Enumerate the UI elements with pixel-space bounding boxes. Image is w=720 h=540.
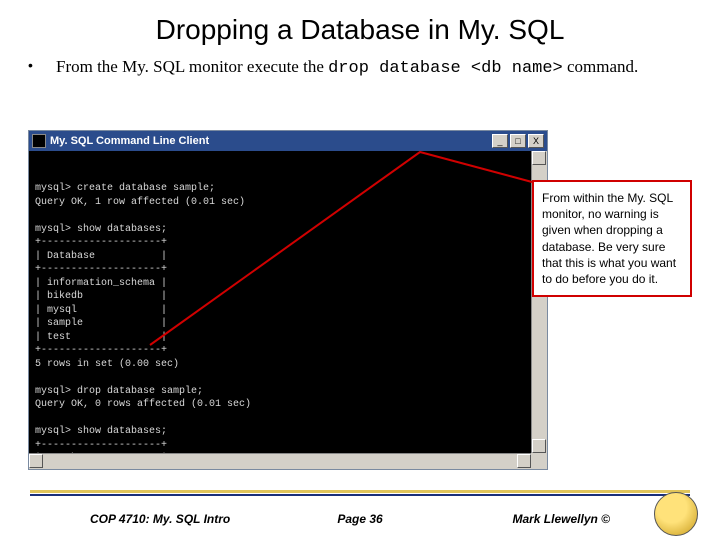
callout-box: From within the My. SQL monitor, no warn…: [532, 180, 692, 297]
